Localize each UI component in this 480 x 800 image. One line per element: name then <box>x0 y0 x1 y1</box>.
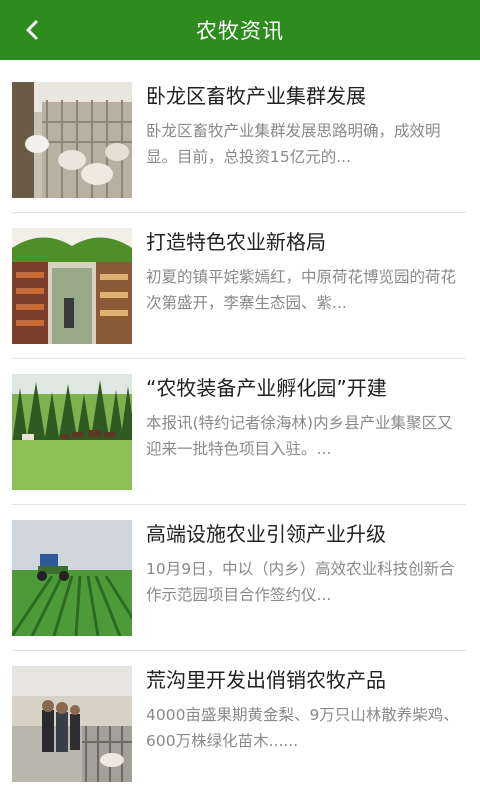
news-summary: 10月9日，中以（内乡）高效农业科技创新合作示范园项目合作签约仪... <box>146 560 455 604</box>
chevron-left-icon <box>26 20 38 40</box>
app-bar: 农牧资讯 <box>0 0 480 60</box>
livestock-barn-image <box>12 82 132 198</box>
news-title: 荒沟里开发出俏销农牧产品 <box>146 668 386 692</box>
news-summary: 初夏的镇平姹紫嫣红，中原荷花博览园的荷花次第盛开，李寨生态园、紫... <box>146 268 457 312</box>
news-item[interactable]: “农牧装备产业孵化园”开建 本报讯(特约记者徐海林)内乡县产业集聚区又迎来一批特… <box>12 352 466 498</box>
news-item[interactable]: 高端设施农业引领产业升级 10月9日，中以（内乡）高效农业科技创新合作示范园项目… <box>12 498 466 644</box>
news-title: 高端设施农业引领产业升级 <box>146 522 386 546</box>
page-title: 农牧资讯 <box>196 19 284 43</box>
news-summary: 本报讯(特约记者徐海林)内乡县产业集聚区又迎来一批特色项目入驻。... <box>146 414 453 458</box>
tractor-field-image <box>12 520 132 636</box>
greenhouse-market-image <box>12 228 132 344</box>
cattle-pasture-image <box>12 374 132 490</box>
news-summary: 卧龙区畜牧产业集群发展思路明确，成效明显。目前，总投资15亿元的... <box>146 122 441 166</box>
back-button[interactable] <box>10 8 54 52</box>
news-title: 打造特色农业新格局 <box>146 230 326 254</box>
news-title: 卧龙区畜牧产业集群发展 <box>146 84 366 108</box>
news-title: “农牧装备产业孵化园”开建 <box>146 376 387 400</box>
farm-visit-image <box>12 666 132 782</box>
news-list: 卧龙区畜牧产业集群发展 卧龙区畜牧产业集群发展思路明确，成效明显。目前，总投资1… <box>0 60 480 800</box>
news-item[interactable]: 打造特色农业新格局 初夏的镇平姹紫嫣红，中原荷花博览园的荷花次第盛开，李寨生态园… <box>12 206 466 352</box>
news-item[interactable]: 荒沟里开发出俏销农牧产品 4000亩盛果期黄金梨、9万只山林散养柴鸡、600万株… <box>12 644 466 790</box>
news-item[interactable]: 卧龙区畜牧产业集群发展 卧龙区畜牧产业集群发展思路明确，成效明显。目前，总投资1… <box>12 60 466 206</box>
news-summary: 4000亩盛果期黄金梨、9万只山林散养柴鸡、600万株绿化苗木...... <box>146 706 459 750</box>
